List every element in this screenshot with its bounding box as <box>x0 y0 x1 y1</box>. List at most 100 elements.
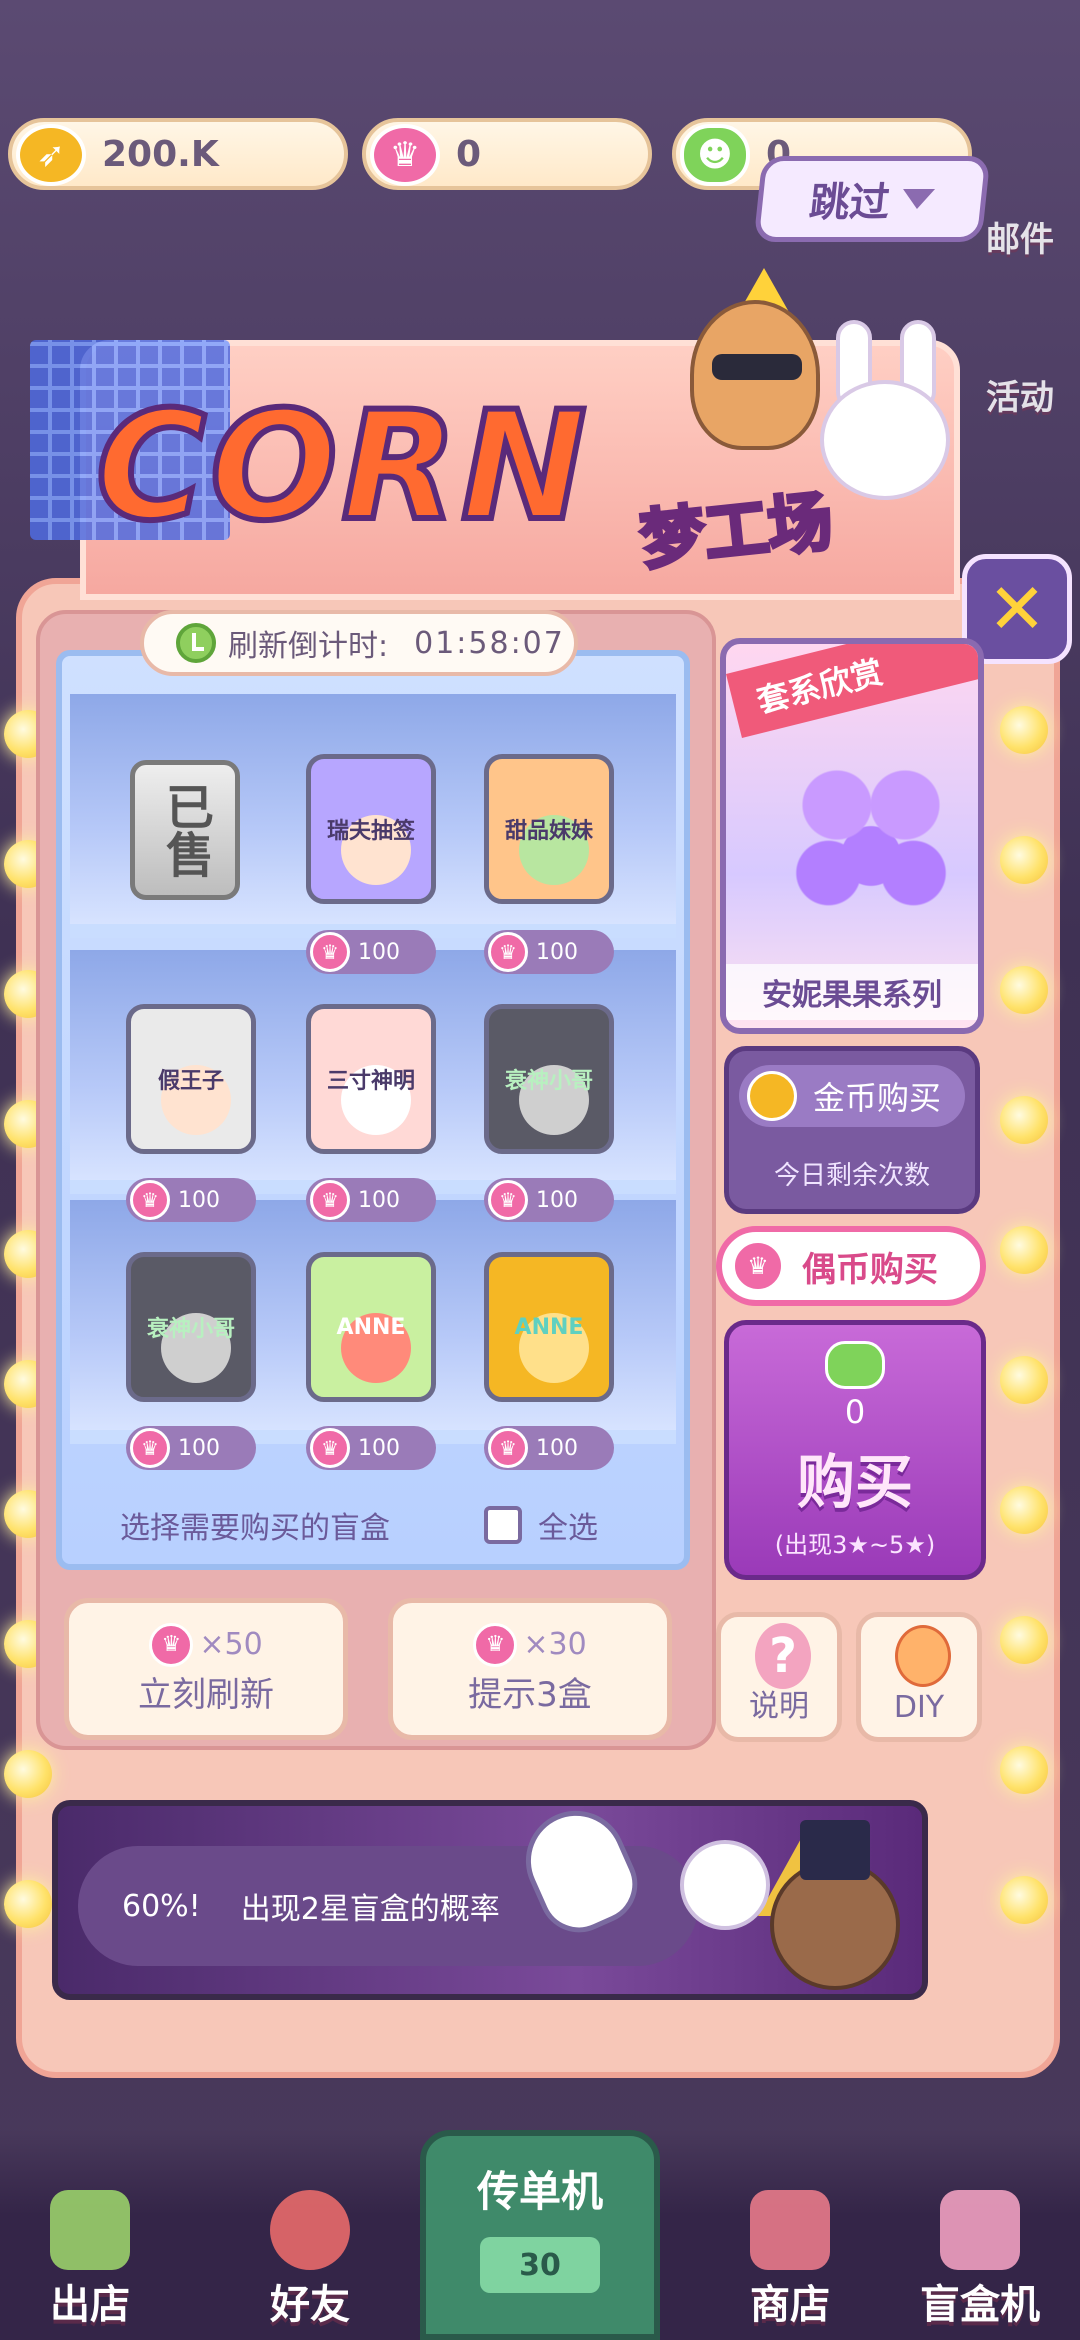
price-value: 100 <box>536 1187 578 1213</box>
blindbox-label: 三寸神明 <box>326 1069 415 1094</box>
blindbox-item[interactable]: ANNE <box>306 1252 436 1402</box>
timer-label: 刷新倒计时: <box>228 629 389 664</box>
series-showcase-card[interactable]: 套系欣赏 安妮果果系列 <box>720 638 984 1034</box>
marquee-light <box>1000 1486 1048 1534</box>
crown-coin-icon: ♛ <box>310 932 350 972</box>
timer-value: 01:58:07 <box>414 625 565 661</box>
close-icon: ✕ <box>987 568 1047 650</box>
marquee-light <box>1000 1226 1048 1274</box>
nav-label: 商店 <box>750 2282 830 2328</box>
coin-buy-card[interactable]: 金币购买 今日剩余次数 <box>724 1046 980 1214</box>
blindbox-item[interactable]: 衰神小哥 <box>484 1004 614 1154</box>
buy-note: (出现3★~5★) <box>774 1531 936 1559</box>
idol-coin-buy-button[interactable]: ♛ 偶币购买 <box>716 1226 986 1306</box>
gold-coin-icon <box>747 1071 797 1121</box>
crown-coin-icon: ♛ <box>488 932 528 972</box>
price-tag: ♛ 100 <box>126 1178 256 1222</box>
series-name: 安妮果果系列 <box>726 964 978 1020</box>
crown-coin-icon: ♛ <box>310 1428 350 1468</box>
crown-coin-icon: ♛ <box>370 124 440 186</box>
top-hat-icon <box>800 1820 870 1880</box>
blindbox-item[interactable]: 假王子 <box>126 1004 256 1154</box>
blindbox-machine-icon <box>940 2190 1020 2270</box>
price-tag: ♛ 100 <box>306 1178 436 1222</box>
crown-coin-icon: ♛ <box>310 1180 350 1220</box>
bg-mail-label: 邮件 <box>986 220 1054 260</box>
select-all-label[interactable]: 全选 <box>538 1503 598 1547</box>
blindbox-label: 衰神小哥 <box>146 1317 235 1342</box>
nav-leave-store[interactable]: 出店 <box>0 2180 180 2330</box>
help-button[interactable]: ? 说明 <box>716 1612 842 1742</box>
skip-label: 跳过 <box>807 180 892 226</box>
nav-shop[interactable]: 商店 <box>700 2180 880 2330</box>
marquee-light <box>1000 1356 1048 1404</box>
buy-label: 购买 <box>796 1448 913 1516</box>
marquee-light <box>4 1750 52 1798</box>
nav-label: 出店 <box>50 2282 130 2328</box>
diy-button[interactable]: DIY <box>856 1612 982 1742</box>
bear-mascot <box>690 300 820 450</box>
blindbox-label: 衰神小哥 <box>504 1069 593 1094</box>
gold-amount: 200.K <box>102 133 219 175</box>
crown-coin-icon: ♛ <box>732 1240 784 1292</box>
banner-percent: 60%! <box>122 1888 201 1924</box>
idol-buy-label: 偶币购买 <box>802 1249 938 1290</box>
gold-resource[interactable]: ➶ 200.K <box>8 118 348 190</box>
price-tag: ♛ 100 <box>126 1426 256 1470</box>
crown-coin-icon: ♛ <box>488 1428 528 1468</box>
blindbox-item[interactable]: 三寸神明 <box>306 1004 436 1154</box>
price-tag: ♛ 100 <box>306 1426 436 1470</box>
blindbox-label: 假王子 <box>157 1069 224 1094</box>
crown-coin-icon: ♛ <box>130 1180 170 1220</box>
banner-text: 出现2星盲盒的概率 <box>240 1892 500 1927</box>
blindbox-label: 瑞夫抽签 <box>326 819 415 844</box>
price-value: 100 <box>358 1187 400 1213</box>
select-all-checkbox[interactable] <box>484 1506 522 1544</box>
coin-buy-button[interactable]: 金币购买 <box>739 1065 965 1127</box>
sold-label: 已售 <box>157 782 213 878</box>
hint-button[interactable]: ♛ ×30 提示3盒 <box>388 1598 672 1740</box>
price-value: 100 <box>536 1435 578 1461</box>
series-ribbon: 套系欣赏 <box>726 644 978 739</box>
bunny-mascot <box>820 380 950 500</box>
blindbox-item[interactable]: 甜品妹妹 <box>484 754 614 904</box>
blindbox-label: 甜品妹妹 <box>504 819 593 844</box>
skip-button[interactable]: 跳过 <box>753 156 991 242</box>
price-value: 100 <box>536 939 578 965</box>
corn-logo: CORN <box>93 377 591 557</box>
price-tag: ♛ 100 <box>484 1178 614 1222</box>
marquee-light <box>1000 966 1048 1014</box>
flyer-label: 传单机 <box>476 2167 603 2216</box>
coin-buy-label: 金币购买 <box>813 1079 942 1117</box>
nav-blindbox-machine[interactable]: 盲盒机 <box>890 2180 1070 2330</box>
remaining-label: 今日剩余次数 <box>773 1161 930 1191</box>
monkey-icon <box>895 1625 951 1687</box>
blindbox-item[interactable]: ANNE <box>484 1252 614 1402</box>
crown-resource[interactable]: ♛ 0 <box>362 118 652 190</box>
refresh-timer: 刷新倒计时: 01:58:07 <box>140 610 578 676</box>
bg-event-label: 活动 <box>986 378 1054 418</box>
hint-cost: ♛ ×30 <box>473 1622 587 1667</box>
marquee-light <box>4 1880 52 1928</box>
blindbox-item[interactable]: 衰神小哥 <box>126 1252 256 1402</box>
nav-friends[interactable]: 好友 <box>220 2180 400 2330</box>
refresh-label: 立刻刷新 <box>138 1674 274 1715</box>
buy-button[interactable]: 0 购买 (出现3★~5★) <box>724 1320 986 1580</box>
frog-gem-icon <box>825 1341 885 1389</box>
crown-coin-icon: ♛ <box>130 1428 170 1468</box>
blindbox-item[interactable]: 瑞夫抽签 <box>306 754 436 904</box>
price-value: 100 <box>358 1435 400 1461</box>
flyer-machine-button[interactable]: 传单机 30 <box>420 2130 660 2340</box>
crown-amount: 0 <box>456 133 482 175</box>
refresh-now-button[interactable]: ♛ ×50 立刻刷新 <box>64 1598 348 1740</box>
shop-icon <box>750 2190 830 2270</box>
nav-label: 盲盒机 <box>920 2282 1040 2328</box>
select-prompt: 选择需要购买的盲盒 <box>120 1511 390 1546</box>
price-value: 100 <box>358 939 400 965</box>
price-value: 100 <box>178 1435 220 1461</box>
bunny-mascot <box>680 1840 770 1930</box>
price-value: 100 <box>178 1187 220 1213</box>
marquee-light <box>1000 1746 1048 1794</box>
diy-label: DIY <box>893 1690 945 1725</box>
chevron-down-icon <box>900 189 936 209</box>
